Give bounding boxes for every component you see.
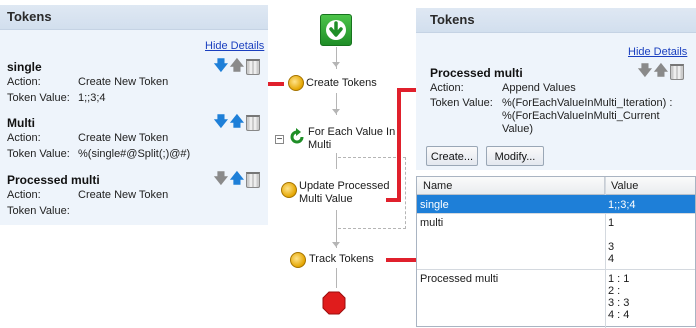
connector-arrow xyxy=(332,62,340,67)
column-header-name[interactable]: Name xyxy=(417,177,605,195)
link-right-panel-vertical xyxy=(397,88,401,202)
gear-icon xyxy=(288,75,304,91)
collapse-toggle[interactable]: − xyxy=(275,135,284,145)
token-value-line: %(ForEachValueInMulti_Iteration) : xyxy=(502,97,673,109)
token-value-label: Token Value: xyxy=(7,205,70,217)
move-down-icon[interactable]: 🡇 xyxy=(214,113,228,129)
token-name-single: single xyxy=(7,60,42,74)
modify-button[interactable]: Modify... xyxy=(486,146,544,166)
cell-name: Processed multi xyxy=(420,273,499,285)
token-single-action: Create New Token xyxy=(78,76,169,88)
table-row[interactable] xyxy=(417,214,695,269)
cell-name: single xyxy=(420,199,449,211)
column-header-value[interactable]: Value xyxy=(605,177,695,195)
token-multi-action: Create New Token xyxy=(78,132,169,144)
move-up-icon[interactable]: 🡅 xyxy=(230,170,244,186)
move-down-icon[interactable]: 🡇 xyxy=(638,62,652,78)
left-tokens-panel: Tokens Hide Details single 🡇 🡅 Action: C… xyxy=(0,5,268,225)
cell-value: 1 : 1 2 : 3 : 3 4 : 4 xyxy=(608,273,630,321)
token-value-line: %(ForEachValueInMulti_Current xyxy=(502,110,660,122)
move-up-icon[interactable]: 🡅 xyxy=(230,113,244,129)
gear-icon xyxy=(290,252,306,268)
delete-icon[interactable] xyxy=(670,64,684,80)
token-multi-actions: 🡇 🡅 xyxy=(214,113,260,131)
step-track-tokens[interactable]: Track Tokens xyxy=(309,253,374,265)
token-name-processed-multi: Processed multi xyxy=(7,173,100,187)
action-label: Action: xyxy=(430,82,464,94)
token-value-label: Token Value: xyxy=(7,148,70,160)
step-for-each-value[interactable]: For Each Value In Multi xyxy=(308,126,408,152)
token-values-grid: Name Value single 1;;3;4 multi 1 3 4 Pro… xyxy=(416,176,696,328)
token-value-label: Token Value: xyxy=(430,97,493,109)
cell-value: 1 3 4 xyxy=(608,217,615,265)
right-token-actions: 🡇 🡅 xyxy=(638,62,684,80)
token-value-label: Token Value: xyxy=(7,92,70,104)
link-right-panel-top xyxy=(397,88,416,92)
start-icon[interactable] xyxy=(320,14,352,46)
token-name-multi: Multi xyxy=(7,116,35,130)
right-panel-title: Tokens xyxy=(416,8,696,33)
link-grid xyxy=(386,258,416,262)
move-up-icon[interactable]: 🡅 xyxy=(230,57,244,73)
link-right-panel-bottom xyxy=(386,198,400,202)
move-down-icon[interactable]: 🡇 xyxy=(214,57,228,73)
right-token-action: Append Values xyxy=(502,82,576,94)
delete-icon[interactable] xyxy=(246,59,260,75)
token-processed-multi-action: Create New Token xyxy=(78,189,169,201)
link-left-panel xyxy=(268,82,284,86)
create-button[interactable]: Create... xyxy=(426,146,478,166)
left-panel-title: Tokens xyxy=(0,5,268,30)
right-tokens-panel: Tokens Hide Details Processed multi 🡇 🡅 … xyxy=(416,8,696,170)
right-hide-details-link[interactable]: Hide Details xyxy=(628,46,687,58)
token-multi-value: %(single#@Split(;)@#) xyxy=(78,148,191,160)
step-update-processed-multi[interactable]: Update Processed Multi Value xyxy=(299,180,399,206)
loop-icon xyxy=(288,128,306,146)
move-up-icon[interactable]: 🡅 xyxy=(654,62,668,78)
action-label: Action: xyxy=(7,189,41,201)
right-token-value: %(ForEachValueInMulti_Iteration) : %(For… xyxy=(502,97,672,136)
left-hide-details-link[interactable]: Hide Details xyxy=(205,40,264,52)
token-value-line: Value) xyxy=(502,123,533,135)
token-processed-multi-actions: 🡇 🡅 xyxy=(214,170,260,188)
cell-name: multi xyxy=(420,217,444,229)
download-arrow-icon xyxy=(326,20,346,40)
connector-arrow xyxy=(332,242,340,247)
action-label: Action: xyxy=(7,76,41,88)
action-label: Action: xyxy=(7,132,41,144)
stop-icon[interactable] xyxy=(322,291,346,315)
delete-icon[interactable] xyxy=(246,115,260,131)
token-single-value: 1;;3;4 xyxy=(78,92,106,104)
cell-value: 1;;3;4 xyxy=(608,199,636,211)
move-down-icon[interactable]: 🡇 xyxy=(214,170,228,186)
right-token-name: Processed multi xyxy=(430,66,523,80)
connector-arrow xyxy=(332,109,340,114)
connector-line xyxy=(336,153,337,169)
gear-icon xyxy=(281,182,297,198)
token-single-actions: 🡇 🡅 xyxy=(214,57,260,75)
table-row[interactable] xyxy=(417,195,695,213)
connector-line xyxy=(336,268,337,288)
delete-icon[interactable] xyxy=(246,172,260,188)
step-create-tokens[interactable]: Create Tokens xyxy=(306,77,377,89)
